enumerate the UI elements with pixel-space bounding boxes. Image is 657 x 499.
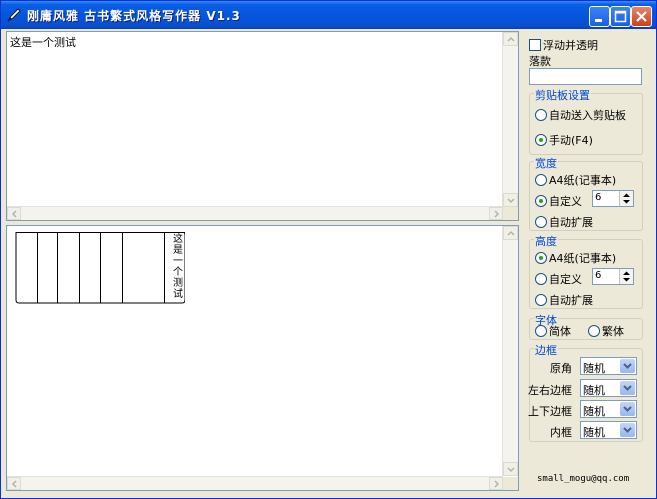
scroll-down-arrow-icon xyxy=(507,467,515,473)
book-frame xyxy=(15,232,185,304)
height-custom-option[interactable]: 自定义 xyxy=(535,271,582,287)
clipboard-group: 剪贴板设置 自动送入剪贴板 手动(F4) xyxy=(529,87,643,155)
border-left-right-label: 左右边框 xyxy=(528,384,572,397)
horizontal-scrollbar[interactable] xyxy=(7,476,503,490)
text-input-area[interactable]: 这是一个测试 xyxy=(6,31,519,221)
app-window: 刚庸风雅 古书繁式风格写作器 V1.3 这是一个测试 这是一个测试 浮动并透明 … xyxy=(0,0,657,499)
clipboard-manual-radio[interactable] xyxy=(535,134,547,146)
scroll-left-button[interactable] xyxy=(7,477,21,490)
border-top-bottom-label: 上下边框 xyxy=(528,405,572,418)
width-a4-radio[interactable] xyxy=(535,174,547,186)
font-simplified-option[interactable]: 简体 xyxy=(535,323,571,339)
close-button[interactable] xyxy=(631,6,652,27)
font-traditional-radio[interactable] xyxy=(588,325,600,337)
border-group: 边框 原角 随机 左右边框 随机 上下边框 随机 内框 随机 xyxy=(528,342,643,442)
border-corner-select[interactable]: 随机 xyxy=(580,357,637,375)
scroll-down-button[interactable] xyxy=(503,193,518,207)
height-custom-value[interactable]: 6 xyxy=(595,270,601,281)
height-spin-buttons[interactable] xyxy=(619,269,633,284)
dropdown-button[interactable] xyxy=(620,381,635,395)
vertical-scrollbar[interactable] xyxy=(502,226,518,476)
font-simplified-radio[interactable] xyxy=(535,325,547,337)
height-a4-radio[interactable] xyxy=(535,252,547,264)
width-custom-radio[interactable] xyxy=(535,195,547,207)
scroll-left-arrow-icon xyxy=(11,210,17,218)
title-bar[interactable]: 刚庸风雅 古书繁式风格写作器 V1.3 xyxy=(1,1,656,29)
options-panel: 浮动并透明 落款 剪贴板设置 自动送入剪贴板 手动(F4) 宽度 A4纸(记事本… xyxy=(523,31,653,496)
scroll-down-button[interactable] xyxy=(503,462,518,476)
height-auto-radio[interactable] xyxy=(535,294,547,306)
scroll-up-button[interactable] xyxy=(503,32,518,46)
clipboard-auto-option[interactable]: 自动送入剪贴板 xyxy=(535,107,626,123)
chevron-down-icon xyxy=(623,363,632,369)
scroll-left-button[interactable] xyxy=(7,207,21,220)
author-email: small_mogu@qq.com xyxy=(537,474,630,484)
chevron-down-icon xyxy=(623,406,632,412)
height-group-title: 高度 xyxy=(534,233,558,249)
caption-input[interactable] xyxy=(529,68,642,85)
window-title: 刚庸风雅 古书繁式风格写作器 V1.3 xyxy=(27,9,241,23)
clipboard-auto-radio[interactable] xyxy=(535,109,547,121)
close-icon xyxy=(636,11,647,22)
dropdown-button[interactable] xyxy=(620,359,635,373)
input-text[interactable]: 这是一个测试 xyxy=(10,34,76,50)
width-custom-value[interactable]: 6 xyxy=(595,192,601,203)
height-a4-option[interactable]: A4纸(记事本) xyxy=(535,250,616,266)
clipboard-manual-option[interactable]: 手动(F4) xyxy=(535,132,593,148)
border-corner-label: 原角 xyxy=(550,362,572,375)
border-inner-select[interactable]: 随机 xyxy=(580,421,637,439)
dropdown-button[interactable] xyxy=(620,402,635,416)
ancient-book-preview: 这是一个测试 xyxy=(13,232,185,304)
height-group: 高度 A4纸(记事本) 自定义 6 自动扩展 xyxy=(529,233,643,309)
scroll-up-arrow-icon xyxy=(507,230,515,236)
float-transparent-checkbox[interactable] xyxy=(529,39,541,51)
scroll-up-arrow-icon xyxy=(507,36,515,42)
chevron-down-icon xyxy=(623,427,632,433)
preview-vertical-text: 这是一个测试 xyxy=(173,234,183,300)
scroll-right-arrow-icon xyxy=(494,480,500,488)
font-traditional-option[interactable]: 繁体 xyxy=(588,323,624,339)
border-left-right-select[interactable]: 随机 xyxy=(580,379,637,397)
border-group-title: 边框 xyxy=(534,342,558,358)
border-inner-label: 内框 xyxy=(550,426,572,439)
border-top-bottom-select[interactable]: 随机 xyxy=(580,400,637,418)
scroll-right-button[interactable] xyxy=(489,207,503,220)
spin-arrows-icon xyxy=(623,193,630,204)
vertical-scrollbar[interactable] xyxy=(502,32,518,207)
width-spin-buttons[interactable] xyxy=(619,191,633,206)
quill-icon xyxy=(7,8,21,22)
clipboard-group-title: 剪贴板设置 xyxy=(534,87,591,103)
minimize-icon xyxy=(595,19,602,22)
caption-label: 落款 xyxy=(529,55,551,68)
height-auto-option[interactable]: 自动扩展 xyxy=(535,292,593,308)
width-a4-option[interactable]: A4纸(记事本) xyxy=(535,172,616,188)
width-group: 宽度 A4纸(记事本) 自定义 6 自动扩展 xyxy=(529,155,643,231)
maximize-icon xyxy=(614,10,627,23)
width-custom-option[interactable]: 自定义 xyxy=(535,193,582,209)
preview-area[interactable]: 这是一个测试 xyxy=(6,225,519,491)
scroll-right-button[interactable] xyxy=(489,477,503,490)
width-auto-option[interactable]: 自动扩展 xyxy=(535,214,593,230)
minimize-button[interactable] xyxy=(589,6,610,27)
scroll-left-arrow-icon xyxy=(11,480,17,488)
scroll-up-button[interactable] xyxy=(503,226,518,240)
chevron-down-icon xyxy=(623,385,632,391)
size-grip xyxy=(503,477,518,490)
width-auto-radio[interactable] xyxy=(535,216,547,228)
scroll-down-arrow-icon xyxy=(507,198,515,204)
float-transparent-option[interactable]: 浮动并透明 xyxy=(529,37,598,53)
font-group: 字体 简体 繁体 xyxy=(529,312,643,340)
maximize-button[interactable] xyxy=(610,6,631,27)
dropdown-button[interactable] xyxy=(620,423,635,437)
width-group-title: 宽度 xyxy=(534,155,558,171)
spin-arrows-icon xyxy=(623,271,630,282)
height-custom-radio[interactable] xyxy=(535,273,547,285)
width-custom-spinner[interactable]: 6 xyxy=(592,190,634,207)
size-grip xyxy=(503,207,518,220)
height-custom-spinner[interactable]: 6 xyxy=(592,268,634,285)
horizontal-scrollbar[interactable] xyxy=(7,206,503,220)
scroll-right-arrow-icon xyxy=(494,210,500,218)
